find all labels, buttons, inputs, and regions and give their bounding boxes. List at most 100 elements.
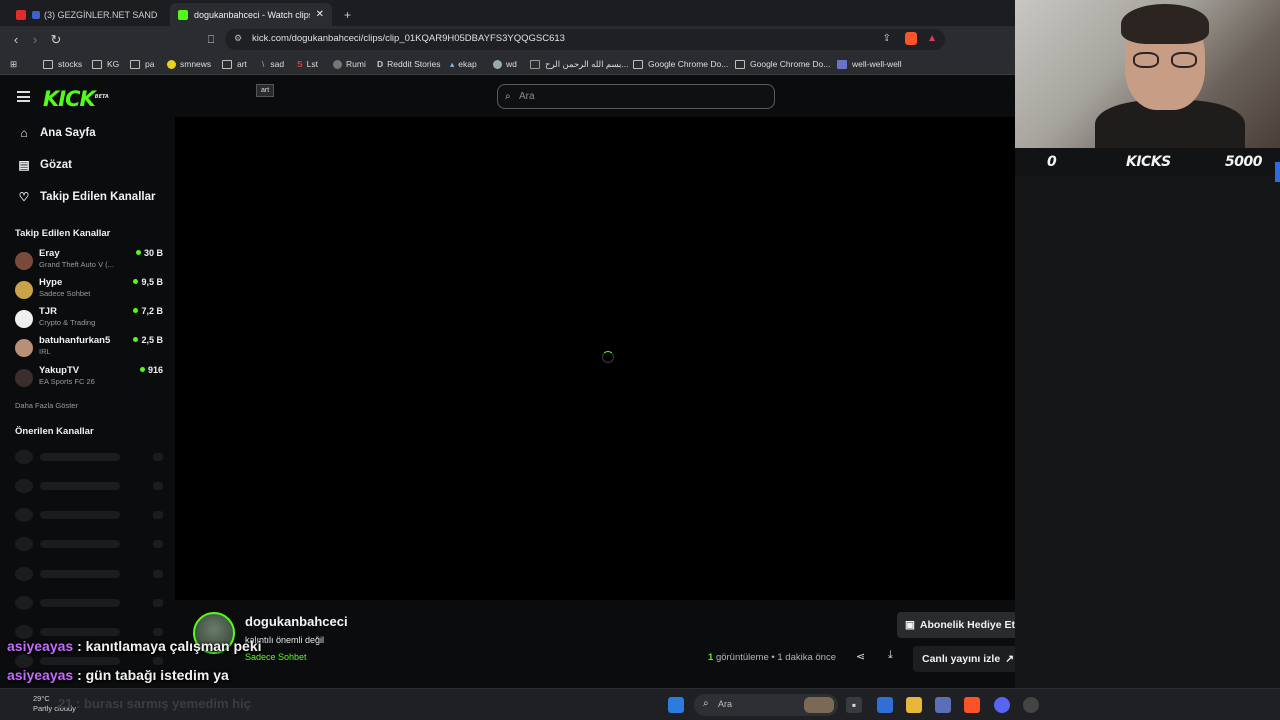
separator: •: [771, 652, 775, 663]
kick-page: KICKBETA ⌕ Ara ⌂ Ana Sayfa ▤ Gözat ♡ Takip …: [0, 75, 1042, 687]
bookmark-link[interactable]: wd: [493, 57, 517, 71]
bookmark-label: بسم الله الرحمن الرح...: [545, 58, 629, 69]
channel-name: Eray: [39, 248, 60, 259]
forward-icon[interactable]: ›: [27, 32, 43, 48]
avatar: [15, 339, 33, 357]
new-tab-button[interactable]: +: [336, 3, 356, 26]
nav-label: Ana Sayfa: [40, 127, 96, 139]
menu-icon[interactable]: [17, 91, 30, 102]
apps-grid-icon[interactable]: ⊞: [10, 57, 17, 71]
back-icon[interactable]: ‹: [8, 32, 24, 48]
bookmark-folder[interactable]: Google Chrome Do...: [633, 57, 728, 71]
search-highlight-icon: [804, 697, 834, 713]
share-icon[interactable]: ⋖: [856, 650, 865, 663]
taskbar-search[interactable]: ⌕ Ara: [694, 694, 838, 716]
windows-start-icon[interactable]: [668, 697, 684, 713]
windows-taskbar: 29°C Partly cloudy 21 : burası sarmış ye…: [0, 688, 1280, 720]
search-placeholder: Ara: [519, 91, 535, 102]
nav-home[interactable]: ⌂ Ana Sayfa: [17, 124, 96, 142]
bookmark-folder[interactable]: KG: [92, 57, 119, 71]
nav-following[interactable]: ♡ Takip Edilen Kanallar: [17, 188, 156, 206]
streamer-name[interactable]: dogukanbahceci: [245, 614, 348, 629]
kick-logo[interactable]: KICKBETA: [43, 87, 109, 111]
site-icon: [32, 10, 40, 19]
recommended-section-title: Önerilen Kanallar: [15, 426, 94, 437]
bookmark-label: Reddit Stories: [387, 59, 441, 69]
discord-icon[interactable]: [994, 697, 1010, 713]
brave-shield-icon[interactable]: [905, 32, 917, 45]
avatar: [15, 281, 33, 299]
tab-kick-clip[interactable]: dogukanbahceci - Watch clips o ✕: [170, 3, 332, 26]
bookmark-link[interactable]: smnews: [167, 57, 211, 71]
task-view-icon[interactable]: ▪: [846, 697, 862, 713]
address-bar[interactable]: ⚙ kick.com/dogukanbahceci/clips/clip_01K…: [225, 29, 945, 50]
brave-browser-icon[interactable]: [964, 697, 980, 713]
view-count: 1: [708, 652, 714, 663]
bookmark-link[interactable]: ▴ ekap: [450, 57, 477, 71]
person-hair: [1121, 4, 1209, 44]
close-tab-icon[interactable]: ✕: [316, 9, 324, 20]
loading-skeleton: [15, 506, 163, 524]
bookmark-folder[interactable]: art: [222, 57, 247, 71]
followed-channel-item[interactable]: TJR Crypto & Trading 7,2 B: [15, 306, 163, 332]
snipping-tool-icon[interactable]: [935, 697, 951, 713]
bookmark-folder[interactable]: stocks: [43, 57, 82, 71]
time-ago: 1 dakika önce: [777, 652, 836, 663]
bookmark-folder[interactable]: Google Chrome Do...: [735, 57, 830, 71]
bookmark-link[interactable]: D Reddit Stories: [377, 57, 441, 71]
chat-text: : gün tabağı istedim ya: [73, 667, 229, 683]
followed-channel-item[interactable]: batuhanfurkan5 IRL 2,5 B: [15, 335, 163, 361]
external-link-icon: ↗: [1005, 653, 1014, 665]
chat-text: : kanıtlamaya çalışman peki: [73, 638, 262, 654]
d-logo-icon: D: [377, 59, 384, 69]
watch-live-button[interactable]: Canlı yayını izle ↗: [913, 646, 1023, 672]
bookmark-link[interactable]: well-well-well: [837, 57, 902, 71]
chat-username: 21: [58, 696, 73, 711]
bookmark-label: Google Chrome Do...: [750, 59, 831, 69]
bookmark-link[interactable]: بسم الله الرحمن الرح...: [530, 57, 629, 71]
reload-icon[interactable]: ↻: [48, 32, 64, 48]
nav-label: Gözat: [40, 159, 72, 171]
bookmark-label: sad: [270, 59, 285, 69]
bookmark-link[interactable]: S Lst: [297, 57, 318, 71]
bookmark-link[interactable]: \ sad: [262, 57, 284, 71]
heart-icon: ♡: [18, 190, 30, 204]
obs-icon[interactable]: [1023, 697, 1039, 713]
folder-icon: [222, 59, 232, 69]
avatar: [15, 252, 33, 270]
video-player[interactable]: [175, 117, 1042, 600]
bookmark-folder[interactable]: pa: [130, 57, 154, 71]
folder-icon: [633, 59, 643, 69]
bookmark-label: Google Chrome Do...: [648, 59, 729, 69]
channel-name: TJR: [39, 306, 57, 317]
bookmark-link[interactable]: Rumi: [333, 57, 366, 71]
file-explorer-icon[interactable]: [906, 697, 922, 713]
share-page-icon[interactable]: ⇪: [883, 33, 891, 44]
bookmark-label: Lst: [306, 59, 319, 69]
followed-channel-item[interactable]: Eray Grand Theft Auto V (... 30 B: [15, 248, 163, 274]
bookmark-label: Rumi: [346, 59, 366, 69]
search-input[interactable]: ⌕ Ara: [497, 84, 775, 109]
chat-username: asiyeayas: [7, 638, 74, 654]
youtube-icon: [16, 9, 26, 20]
site-info-icon[interactable]: ⚙: [234, 33, 242, 44]
browse-icon: ▤: [18, 158, 30, 172]
bookmark-icon[interactable]: ⎕: [203, 32, 219, 48]
followed-channel-item[interactable]: YakupTV EA Sports FC 26 916: [15, 365, 163, 391]
followed-channel-item[interactable]: Hype Sadece Sohbet 9,5 B: [15, 277, 163, 303]
panel-edge-marker: [1275, 162, 1280, 182]
bookmark-label: smnews: [180, 59, 212, 69]
home-icon: ⌂: [20, 126, 28, 140]
show-more-link[interactable]: Daha Fazla Göster: [15, 401, 78, 410]
channel-category: Sadece Sohbet: [39, 289, 91, 298]
tab-gezginler[interactable]: (3) GEZGİNLER.NET SANDIĞINIZ: [8, 3, 158, 26]
loading-skeleton: [15, 535, 163, 553]
copilot-icon[interactable]: [877, 697, 893, 713]
download-icon[interactable]: ⤓: [888, 649, 893, 662]
brave-rewards-icon[interactable]: ▲: [927, 33, 937, 44]
bookmark-label: stocks: [58, 59, 83, 69]
glasses-icon: [1133, 52, 1197, 68]
loading-spinner-icon: [602, 351, 614, 363]
gift-subscription-button[interactable]: ▣ Abonelik Hediye Et: [897, 612, 1023, 638]
nav-browse[interactable]: ▤ Gözat: [17, 156, 72, 174]
